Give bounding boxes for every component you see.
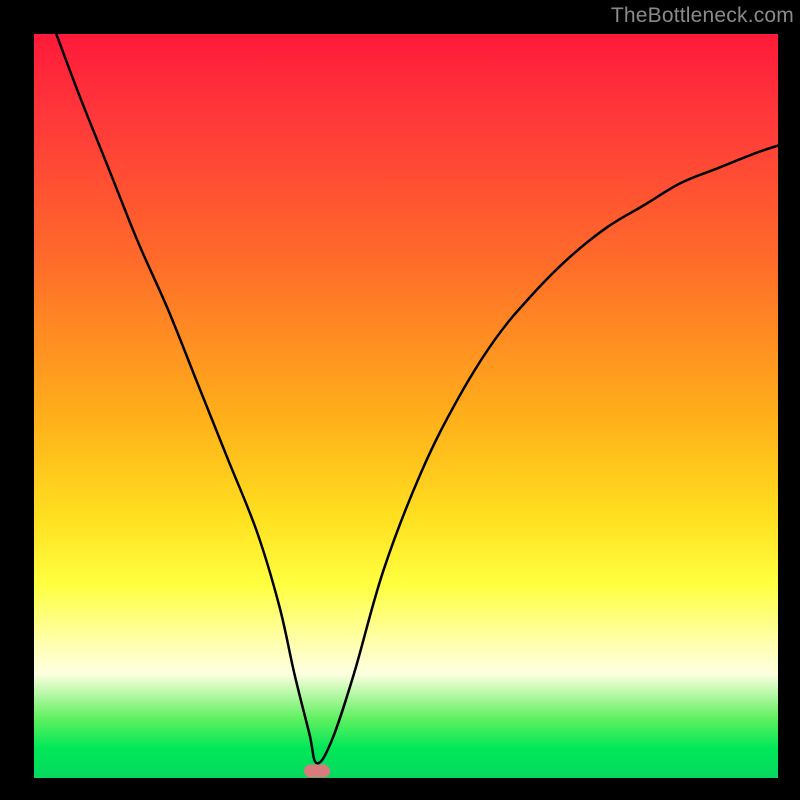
watermark-text: TheBottleneck.com: [611, 4, 794, 28]
bottleneck-curve: [34, 34, 778, 778]
plot-area: [34, 34, 778, 778]
minimum-marker: [304, 764, 330, 777]
